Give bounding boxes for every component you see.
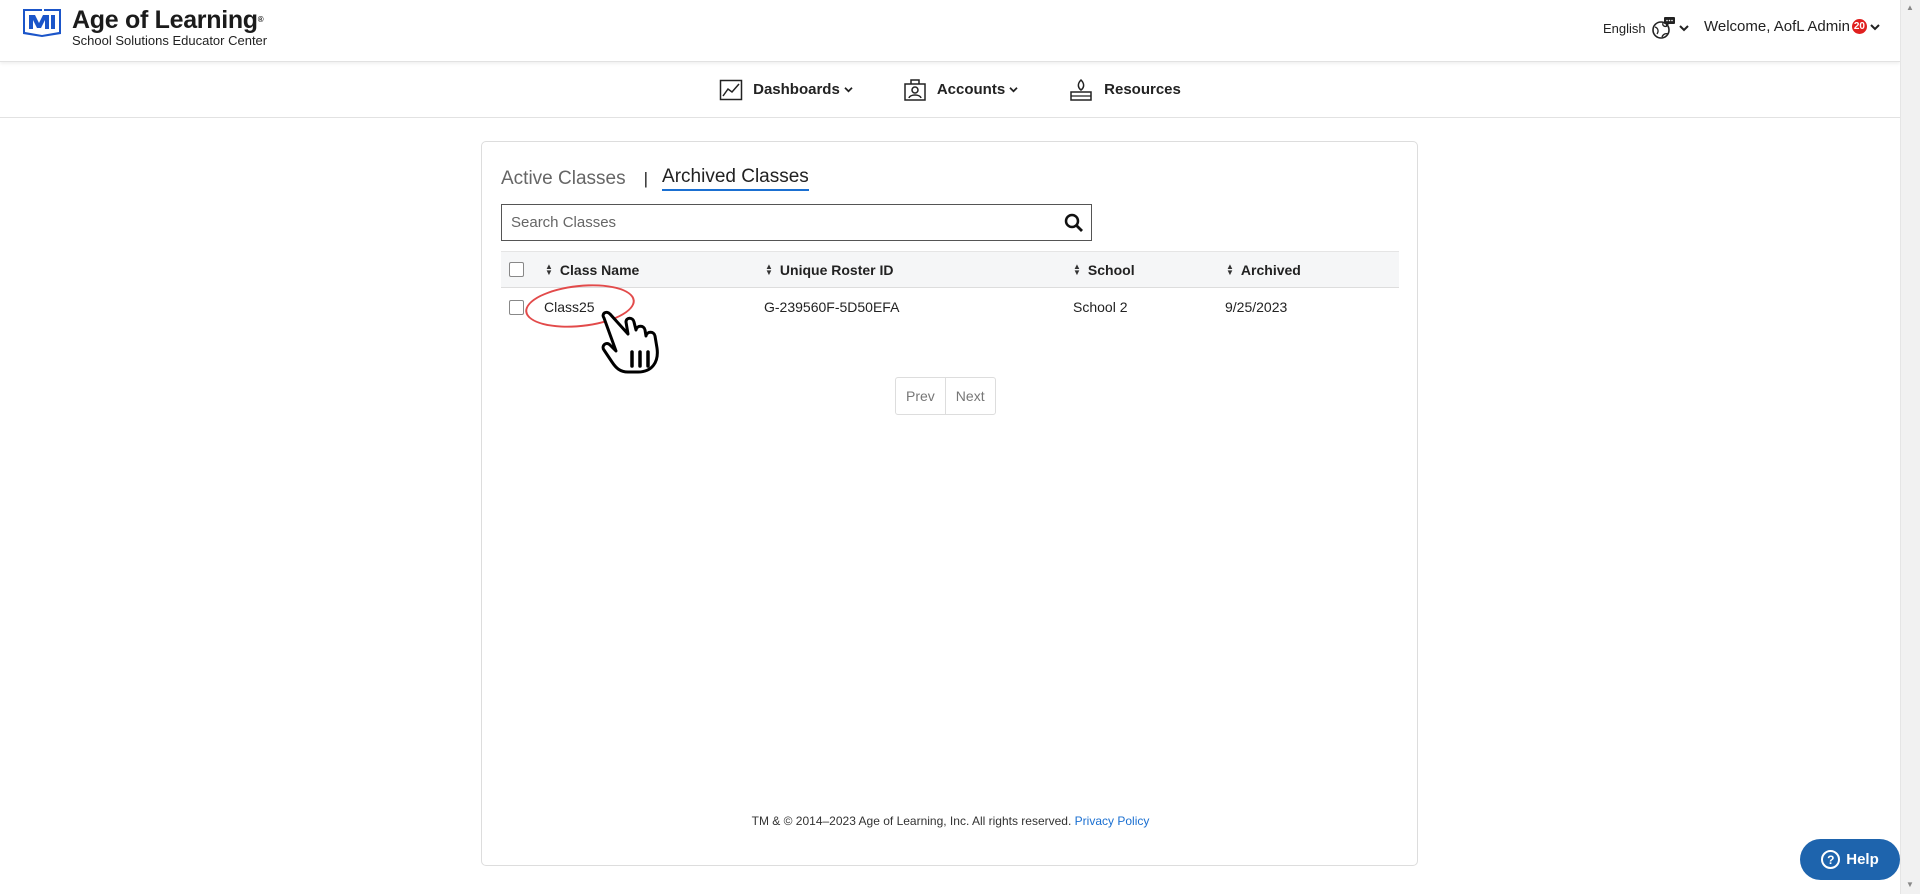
chevron-down-icon	[1870, 23, 1880, 30]
tab-separator: |	[643, 168, 649, 188]
search-input[interactable]	[502, 205, 1059, 240]
classes-panel: Active Classes | Archived Classes ▲▼ Cla…	[481, 141, 1418, 866]
col-archived-label: Archived	[1240, 261, 1301, 278]
user-menu[interactable]: Welcome, AofL Admin 20	[1704, 18, 1880, 35]
row-select-cell	[509, 288, 524, 326]
prev-button[interactable]: Prev	[896, 378, 945, 414]
col-class-name-label: Class Name	[559, 261, 640, 278]
select-all-checkbox[interactable]	[509, 262, 524, 277]
nav-accounts[interactable]: Accounts	[903, 78, 1028, 102]
help-button[interactable]: ? Help	[1800, 839, 1900, 880]
col-school[interactable]: ▲ ▼ School	[1073, 252, 1135, 287]
chevron-down-icon	[1678, 25, 1689, 32]
search-box	[501, 204, 1092, 241]
col-roster-id[interactable]: ▲ ▼ Unique Roster ID	[765, 252, 894, 287]
hand-pointer-icon	[601, 310, 659, 374]
nav-dashboards-label: Dashboards	[753, 81, 840, 98]
nav-dashboards[interactable]: Dashboards	[719, 79, 863, 101]
footer: TM & © 2014–2023 Age of Learning, Inc. A…	[482, 814, 1419, 828]
scroll-up-icon[interactable]: ▲	[1906, 3, 1914, 12]
table-header: ▲ ▼ Class Name ▲ ▼ Unique Roster ID ▲ ▼ Sch…	[501, 251, 1399, 288]
scroll-down-icon[interactable]: ▼	[1906, 880, 1914, 889]
top-header: Age of Learning® School Solutions Educat…	[0, 0, 1900, 62]
main-nav: Dashboards Accounts Resources	[0, 62, 1900, 118]
cell-archived-date: 9/25/2023	[1225, 299, 1288, 315]
nav-resources[interactable]: Resources	[1068, 78, 1181, 102]
brand-title: Age of Learning®	[72, 6, 264, 34]
chevron-down-icon	[844, 87, 853, 93]
notification-badge: 20	[1851, 19, 1867, 34]
brand-logo[interactable]: Age of Learning® School Solutions Educat…	[20, 6, 267, 48]
chevron-down-icon	[1009, 87, 1018, 93]
language-label: English	[1603, 20, 1646, 36]
col-school-label: School	[1087, 261, 1135, 278]
language-globe-icon	[1651, 17, 1675, 39]
sort-icon: ▲ ▼	[765, 261, 773, 277]
accounts-icon	[904, 78, 926, 101]
search-icon[interactable]	[1059, 208, 1089, 238]
next-button[interactable]: Next	[944, 378, 995, 414]
chart-icon	[719, 79, 743, 100]
nav-accounts-label: Accounts	[936, 81, 1006, 98]
col-class-name[interactable]: ▲ ▼ Class Name	[545, 252, 639, 287]
col-roster-id-label: Unique Roster ID	[779, 261, 894, 278]
language-selector[interactable]: English	[1603, 16, 1689, 40]
help-label: Help	[1846, 851, 1879, 868]
nav-resources-label: Resources	[1104, 81, 1181, 98]
class-tabs: Active Classes | Archived Classes	[501, 166, 809, 191]
welcome-text: Welcome, AofL Admin	[1704, 18, 1850, 35]
copyright-text: TM & © 2014–2023 Age of Learning, Inc. A…	[751, 814, 1072, 828]
tab-archived-classes[interactable]: Archived Classes	[662, 166, 809, 191]
row-checkbox[interactable]	[509, 299, 524, 315]
pagination: Prev Next	[895, 377, 996, 415]
page-scrollbar[interactable]: ▲ ▼	[1900, 0, 1920, 894]
cell-school: School 2	[1073, 299, 1128, 315]
privacy-policy-link[interactable]: Privacy Policy	[1075, 814, 1150, 828]
select-all-cell	[509, 252, 524, 287]
tab-active-classes[interactable]: Active Classes	[501, 168, 626, 190]
brand-subtitle: School Solutions Educator Center	[72, 33, 268, 48]
cell-roster-id: G-239560F-5D50EFA	[764, 299, 900, 315]
sort-icon: ▲ ▼	[1226, 261, 1234, 277]
sort-icon: ▲ ▼	[1073, 261, 1081, 277]
question-icon: ?	[1821, 850, 1841, 869]
sort-icon: ▲ ▼	[545, 261, 553, 277]
col-archived[interactable]: ▲ ▼ Archived	[1226, 252, 1301, 287]
resources-icon	[1070, 78, 1092, 101]
logo-mark-icon	[23, 9, 61, 37]
